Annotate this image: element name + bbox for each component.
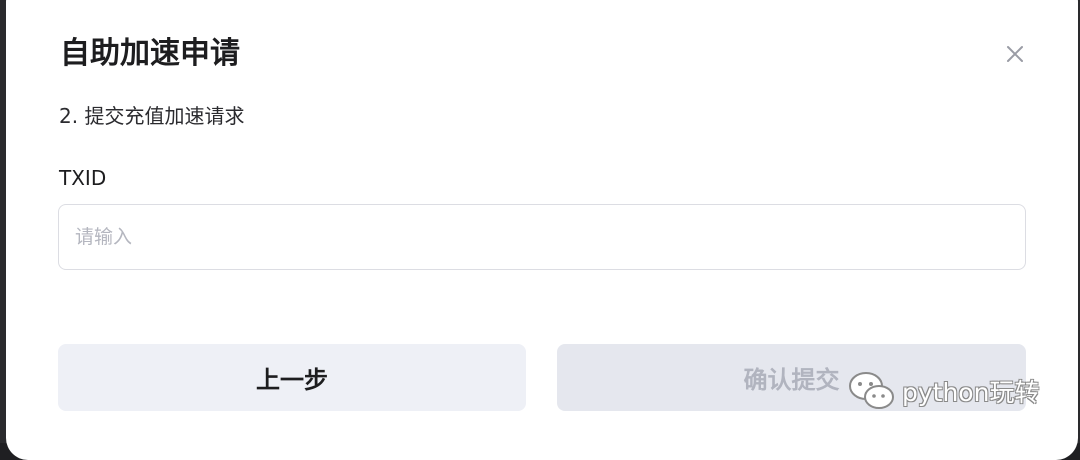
close-icon <box>1007 46 1023 62</box>
step-subtitle: 2. 提交充值加速请求 <box>59 104 245 128</box>
close-button[interactable] <box>1002 41 1028 67</box>
txid-label: TXID <box>59 166 107 190</box>
txid-input[interactable] <box>59 205 1025 269</box>
previous-step-button[interactable]: 上一步 <box>58 344 526 411</box>
acceleration-request-dialog: 自助加速申请 2. 提交充值加速请求 TXID 上一步 确认提交 <box>6 0 1078 460</box>
confirm-submit-button[interactable]: 确认提交 <box>557 344 1026 411</box>
dialog-title: 自助加速申请 <box>60 36 240 71</box>
txid-input-container <box>58 204 1026 270</box>
